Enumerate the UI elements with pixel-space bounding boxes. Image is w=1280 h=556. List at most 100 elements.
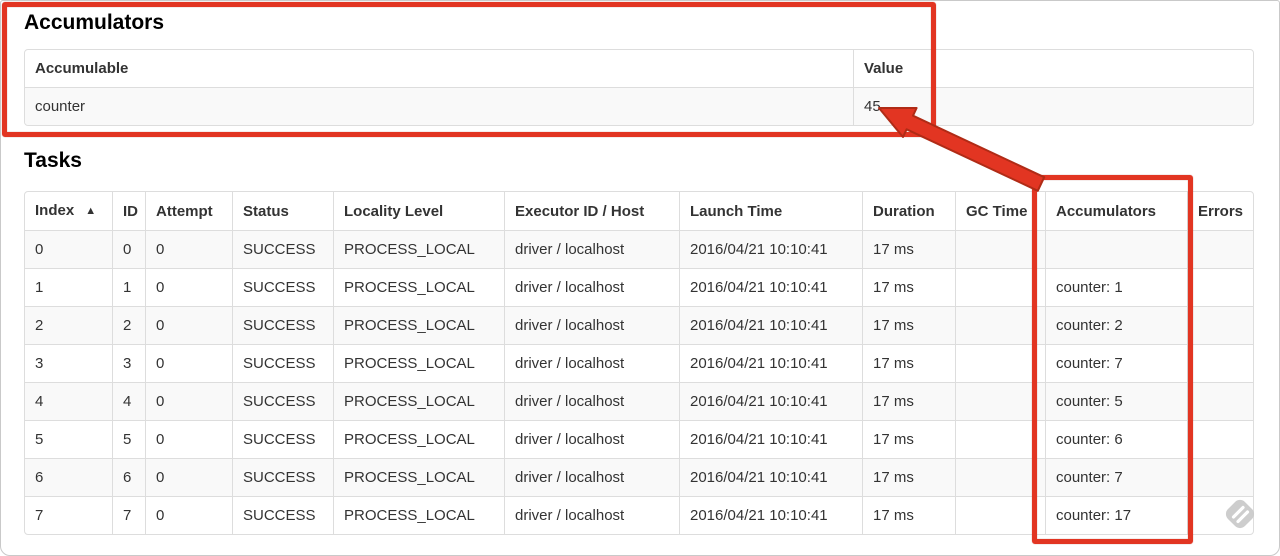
cell-attempt: 0 — [145, 344, 232, 382]
cell-accumulators: counter: 6 — [1045, 420, 1187, 458]
task-row: 6 6 0 SUCCESS PROCESS_LOCAL driver / loc… — [25, 458, 1253, 496]
cell-status: SUCCESS — [232, 382, 333, 420]
cell-launch-time: 2016/04/21 10:10:41 — [679, 306, 862, 344]
col-header-locality-level[interactable]: Locality Level — [333, 192, 504, 230]
cell-status: SUCCESS — [232, 344, 333, 382]
cell-attempt: 0 — [145, 382, 232, 420]
cell-executor-id-host: driver / localhost — [504, 344, 679, 382]
cell-status: SUCCESS — [232, 496, 333, 534]
cell-errors — [1187, 420, 1253, 458]
col-header-duration[interactable]: Duration — [862, 192, 955, 230]
cell-status: SUCCESS — [232, 268, 333, 306]
cell-index: 4 — [25, 382, 112, 420]
cell-gc-time — [955, 458, 1045, 496]
cell-id: 3 — [112, 344, 145, 382]
cell-executor-id-host: driver / localhost — [504, 496, 679, 534]
cell-index: 6 — [25, 458, 112, 496]
cell-executor-id-host: driver / localhost — [504, 458, 679, 496]
cell-index: 3 — [25, 344, 112, 382]
col-header-launch-time[interactable]: Launch Time — [679, 192, 862, 230]
task-row: 5 5 0 SUCCESS PROCESS_LOCAL driver / loc… — [25, 420, 1253, 458]
cell-locality-level: PROCESS_LOCAL — [333, 382, 504, 420]
cell-id: 2 — [112, 306, 145, 344]
cell-status: SUCCESS — [232, 458, 333, 496]
cell-index: 2 — [25, 306, 112, 344]
cell-executor-id-host: driver / localhost — [504, 306, 679, 344]
cell-locality-level: PROCESS_LOCAL — [333, 268, 504, 306]
cell-gc-time — [955, 268, 1045, 306]
cell-attempt: 0 — [145, 496, 232, 534]
cell-index: 0 — [25, 230, 112, 268]
cell-status: SUCCESS — [232, 420, 333, 458]
cell-id: 5 — [112, 420, 145, 458]
col-header-gc-time[interactable]: GC Time — [955, 192, 1045, 230]
cell-accumulators — [1045, 230, 1187, 268]
cell-duration: 17 ms — [862, 344, 955, 382]
cell-index: 7 — [25, 496, 112, 534]
cell-id: 4 — [112, 382, 145, 420]
task-row: 4 4 0 SUCCESS PROCESS_LOCAL driver / loc… — [25, 382, 1253, 420]
cell-launch-time: 2016/04/21 10:10:41 — [679, 344, 862, 382]
accumulators-section-title: Accumulators — [24, 11, 165, 34]
cell-errors — [1187, 382, 1253, 420]
col-header-accumulable: Accumulable — [25, 50, 853, 87]
col-header-value: Value — [853, 50, 1253, 87]
cell-accumulators: counter: 7 — [1045, 458, 1187, 496]
cell-executor-id-host: driver / localhost — [504, 420, 679, 458]
task-row: 1 1 0 SUCCESS PROCESS_LOCAL driver / loc… — [25, 268, 1253, 306]
cell-id: 1 — [112, 268, 145, 306]
cell-errors — [1187, 458, 1253, 496]
cell-executor-id-host: driver / localhost — [504, 230, 679, 268]
cell-attempt: 0 — [145, 306, 232, 344]
cell-gc-time — [955, 496, 1045, 534]
cell-status: SUCCESS — [232, 230, 333, 268]
task-row: 2 2 0 SUCCESS PROCESS_LOCAL driver / loc… — [25, 306, 1253, 344]
cell-duration: 17 ms — [862, 306, 955, 344]
col-header-id[interactable]: ID — [112, 192, 145, 230]
cell-accumulators: counter: 2 — [1045, 306, 1187, 344]
cell-locality-level: PROCESS_LOCAL — [333, 458, 504, 496]
tasks-header-row: Index ▲ ID Attempt Status Locality Level … — [25, 192, 1253, 230]
cell-attempt: 0 — [145, 420, 232, 458]
cell-launch-time: 2016/04/21 10:10:41 — [679, 420, 862, 458]
cell-duration: 17 ms — [862, 458, 955, 496]
cell-locality-level: PROCESS_LOCAL — [333, 420, 504, 458]
cell-id: 0 — [112, 230, 145, 268]
cell-launch-time: 2016/04/21 10:10:41 — [679, 382, 862, 420]
cell-attempt: 0 — [145, 268, 232, 306]
cell-locality-level: PROCESS_LOCAL — [333, 230, 504, 268]
sort-ascending-icon: ▲ — [85, 205, 97, 217]
task-row: 3 3 0 SUCCESS PROCESS_LOCAL driver / loc… — [25, 344, 1253, 382]
col-header-index[interactable]: Index ▲ — [25, 192, 112, 230]
cell-launch-time: 2016/04/21 10:10:41 — [679, 496, 862, 534]
cell-launch-time: 2016/04/21 10:10:41 — [679, 458, 862, 496]
cell-gc-time — [955, 382, 1045, 420]
cell-gc-time — [955, 306, 1045, 344]
cell-duration: 17 ms — [862, 420, 955, 458]
cell-accumulators: counter: 1 — [1045, 268, 1187, 306]
cell-index: 1 — [25, 268, 112, 306]
spark-ui-stage-page: Accumulators Accumulable Value counter 4… — [0, 0, 1280, 556]
col-header-errors[interactable]: Errors — [1187, 192, 1253, 230]
cell-gc-time — [955, 344, 1045, 382]
cell-index: 5 — [25, 420, 112, 458]
accumulators-table: Accumulable Value counter 45 — [24, 49, 1254, 126]
col-header-accumulators[interactable]: Accumulators — [1045, 192, 1187, 230]
cell-duration: 17 ms — [862, 382, 955, 420]
cell-errors — [1187, 268, 1253, 306]
cell-locality-level: PROCESS_LOCAL — [333, 496, 504, 534]
col-header-status[interactable]: Status — [232, 192, 333, 230]
task-row: 7 7 0 SUCCESS PROCESS_LOCAL driver / loc… — [25, 496, 1253, 534]
skitch-watermark-icon — [1225, 499, 1255, 529]
cell-launch-time: 2016/04/21 10:10:41 — [679, 268, 862, 306]
tasks-table: Index ▲ ID Attempt Status Locality Level … — [24, 191, 1254, 535]
cell-attempt: 0 — [145, 458, 232, 496]
cell-errors — [1187, 306, 1253, 344]
col-header-attempt[interactable]: Attempt — [145, 192, 232, 230]
col-header-executor-id-host[interactable]: Executor ID / Host — [504, 192, 679, 230]
cell-accumulators: counter: 17 — [1045, 496, 1187, 534]
task-row: 0 0 0 SUCCESS PROCESS_LOCAL driver / loc… — [25, 230, 1253, 268]
cell-duration: 17 ms — [862, 230, 955, 268]
cell-locality-level: PROCESS_LOCAL — [333, 306, 504, 344]
cell-gc-time — [955, 420, 1045, 458]
